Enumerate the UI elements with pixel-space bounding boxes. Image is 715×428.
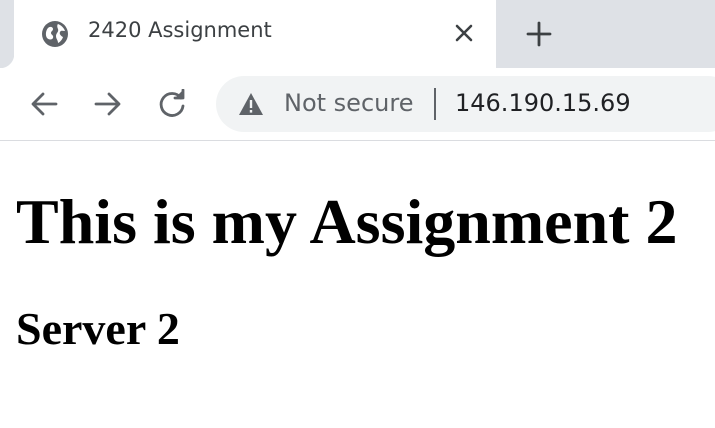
page-heading: This is my Assignment 2 <box>16 186 678 257</box>
tab-strip: 2420 Assignment <box>0 0 715 68</box>
close-tab-icon[interactable] <box>450 19 478 47</box>
page-subheading: Server 2 <box>16 303 180 354</box>
security-status-label[interactable]: Not secure <box>284 89 413 117</box>
page-content: This is my Assignment 2 Server 2 <box>0 141 715 428</box>
browser-toolbar: Not secure 146.190.15.69 <box>0 68 715 141</box>
back-arrow-icon[interactable] <box>24 84 64 124</box>
address-bar[interactable]: Not secure 146.190.15.69 <box>216 76 715 132</box>
active-tab[interactable]: 2420 Assignment <box>0 0 496 68</box>
url-text[interactable]: 146.190.15.69 <box>455 89 631 117</box>
omnibox-divider <box>434 88 436 120</box>
tab-title: 2420 Assignment <box>88 18 272 42</box>
warning-triangle-icon[interactable] <box>238 92 264 116</box>
reload-icon[interactable] <box>152 84 192 124</box>
forward-arrow-icon[interactable] <box>88 84 128 124</box>
new-tab-plus-icon[interactable] <box>522 17 556 51</box>
globe-icon <box>41 20 69 48</box>
